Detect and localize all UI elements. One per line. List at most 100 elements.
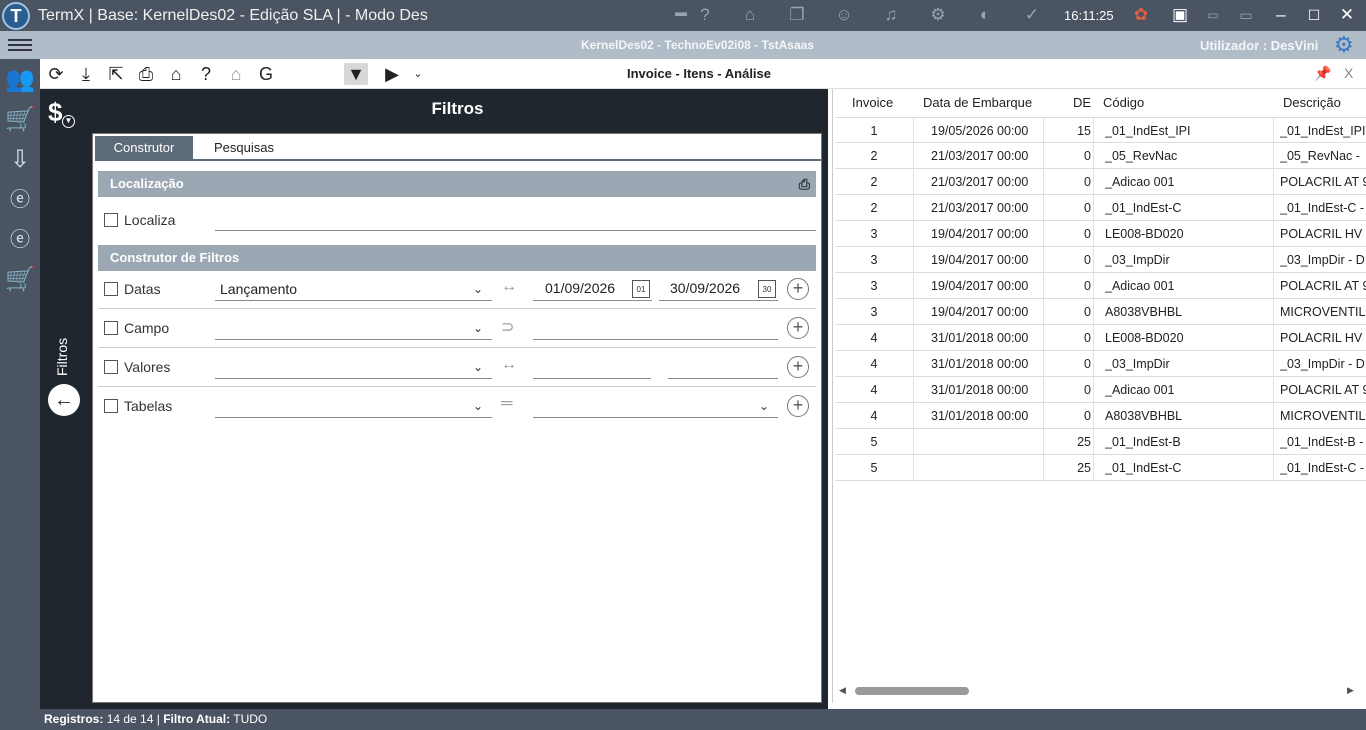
people-icon[interactable]: 👥 — [3, 63, 37, 97]
table-row[interactable]: 2 21/03/2017 00:00 0 _01_IndEst-C _01_IndEst… — [835, 195, 1366, 221]
table-row[interactable]: 2 21/03/2017 00:00 0 _Adicao 001 POLACRIL AT… — [835, 169, 1366, 195]
bank-icon[interactable]: ⌂ — [739, 5, 761, 25]
brazil-map-alt-icon[interactable]: ⓔ — [3, 223, 37, 257]
tab-pesquisas[interactable]: Pesquisas — [199, 136, 289, 159]
campo-value-input[interactable] — [533, 339, 778, 340]
tab-construtor[interactable]: Construtor — [95, 136, 193, 159]
campo-dropdown[interactable] — [215, 339, 492, 340]
google-icon[interactable]: G — [254, 63, 278, 85]
localiza-checkbox[interactable] — [104, 213, 118, 227]
add-campo-button[interactable]: + — [787, 317, 809, 339]
column-header-de[interactable]: DE — [1073, 95, 1091, 110]
valores-dropdown[interactable] — [215, 378, 492, 379]
export-icon[interactable]: ⇱ — [104, 63, 128, 85]
chevron-down-icon[interactable]: ⌄ — [473, 399, 483, 413]
settings-icon[interactable]: ⚙ — [927, 5, 949, 25]
datas-checkbox[interactable] — [104, 282, 118, 296]
table-row[interactable]: 3 19/04/2017 00:00 0 LE008-BD020 POLACRIL HV — [835, 221, 1366, 247]
datas-dropdown[interactable] — [215, 300, 492, 301]
camera-icon[interactable]: ▣ — [1169, 5, 1191, 25]
cart-icon[interactable]: 🛒 — [3, 103, 37, 137]
cell-divider — [1093, 118, 1094, 144]
table-row[interactable]: 3 19/04/2017 00:00 0 A8038VBHBL MICROVENTIL — [835, 299, 1366, 325]
table-row[interactable]: 4 31/01/2018 00:00 0 _03_ImpDir _03_ImpDir -… — [835, 351, 1366, 377]
help-icon[interactable]: ? — [194, 63, 218, 85]
column-header-invoice[interactable]: Invoice — [852, 95, 893, 110]
add-valores-button[interactable]: + — [787, 356, 809, 378]
tabelas-checkbox[interactable] — [104, 399, 118, 413]
table-row[interactable]: 1 19/05/2026 00:00 15 _01_IndEst_IPI _01_Ind… — [835, 117, 1366, 144]
scroll-left-icon[interactable]: ◀ — [839, 685, 846, 696]
close-view-button[interactable]: X — [1344, 65, 1353, 81]
windows-icon[interactable]: ❐ — [786, 5, 808, 25]
back-arrow-icon[interactable]: ← — [48, 384, 80, 416]
add-tabelas-button[interactable]: + — [787, 395, 809, 417]
chevron-down-icon[interactable]: ⌄ — [406, 63, 430, 85]
column-header-data-embarque[interactable]: Data de Embarque — [923, 95, 1032, 110]
horizontal-scrollbar[interactable]: ◀ ▶ — [835, 685, 1360, 698]
print-icon[interactable]: ⎙ — [799, 171, 810, 197]
calendar-from-icon[interactable]: 01 — [632, 280, 650, 298]
check-icon[interactable]: ✓ — [1021, 5, 1043, 25]
tabelas-dropdown[interactable] — [215, 417, 492, 418]
records-value: 14 de 14 — [106, 712, 154, 726]
bank-icon[interactable]: ⌂ — [224, 63, 248, 85]
dollar-filter-icon[interactable]: $ — [48, 97, 62, 128]
chat-icon[interactable]: ◐ — [974, 5, 996, 25]
play-icon[interactable]: ▶ — [380, 63, 404, 85]
tabelas-value-dropdown[interactable] — [533, 417, 778, 418]
add-datas-button[interactable]: + — [787, 278, 809, 300]
cart-in-icon[interactable]: ⇩ — [3, 143, 37, 177]
monitor-icon[interactable]: ▭ — [1235, 5, 1257, 25]
chevron-down-icon[interactable]: ⌄ — [473, 321, 483, 335]
table-row[interactable]: 2 21/03/2017 00:00 0 _05_RevNac _05_RevNac - — [835, 143, 1366, 169]
campo-checkbox[interactable] — [104, 321, 118, 335]
table-row[interactable]: 3 19/04/2017 00:00 0 _Adicao 001 POLACRIL AT… — [835, 273, 1366, 299]
table-row[interactable]: 4 31/01/2018 00:00 0 _Adicao 001 POLACRIL AT… — [835, 377, 1366, 403]
chevron-down-icon[interactable]: ⌄ — [473, 360, 483, 374]
cell-codigo: _01_IndEst_IPI — [1105, 124, 1191, 138]
print-icon[interactable]: ⎙ — [134, 63, 158, 85]
download-icon[interactable]: ⤓ — [74, 63, 98, 85]
column-header-descricao[interactable]: Descrição — [1283, 95, 1341, 110]
datas-dropdown-value[interactable]: Lançamento — [220, 281, 297, 297]
cell-descricao: _03_ImpDir - D — [1280, 357, 1365, 371]
column-header-codigo[interactable]: Código — [1103, 95, 1144, 110]
table-row[interactable]: 4 31/01/2018 00:00 0 A8038VBHBL MICROVENTIL — [835, 403, 1366, 429]
color-wheel-icon[interactable]: ✿ — [1130, 5, 1152, 25]
filter-icon[interactable]: ▼ — [344, 63, 368, 85]
scroll-thumb[interactable] — [855, 687, 969, 695]
table-row[interactable]: 5 25 _01_IndEst-C _01_IndEst-C - — [835, 455, 1366, 481]
maximize-icon[interactable]: ☐ — [1303, 5, 1325, 25]
filter-tabs: Construtor Pesquisas — [95, 136, 821, 161]
date-to-input[interactable]: 30/09/2026 — [670, 280, 740, 296]
report-icon[interactable]: ⌂ — [164, 63, 188, 85]
cell-codigo: _05_RevNac — [1105, 149, 1178, 163]
hamburger-menu-icon[interactable] — [8, 36, 32, 54]
user-icon[interactable]: ☺ — [833, 5, 855, 25]
scroll-right-icon[interactable]: ▶ — [1347, 685, 1354, 696]
brazil-map-icon[interactable]: ⓔ — [3, 183, 37, 217]
localiza-input[interactable] — [215, 230, 816, 231]
date-from-input[interactable]: 01/09/2026 — [545, 280, 615, 296]
refresh-icon[interactable]: ⟳ — [44, 63, 68, 85]
calendar-to-icon[interactable]: 30 — [758, 280, 776, 298]
pin-icon[interactable]: 📌 — [1314, 65, 1331, 82]
table-row[interactable]: 4 31/01/2018 00:00 0 LE008-BD020 POLACRIL HV — [835, 325, 1366, 351]
bell-icon[interactable]: ♫ — [880, 5, 902, 25]
table-row[interactable]: 5 25 _01_IndEst-B _01_IndEst-B - — [835, 429, 1366, 455]
chevron-down-icon[interactable]: ⌄ — [759, 399, 769, 413]
cell-de: 0 — [1084, 149, 1091, 163]
help-icon[interactable]: ? — [694, 5, 716, 25]
keyboard-icon[interactable]: ▬ — [670, 2, 692, 22]
user-settings-icon[interactable]: ⚙ — [1334, 33, 1358, 57]
chevron-down-icon[interactable]: ⌄ — [473, 282, 483, 296]
tablet-icon[interactable]: ▭ — [1202, 5, 1224, 25]
valores-checkbox[interactable] — [104, 360, 118, 374]
table-row[interactable]: 3 19/04/2017 00:00 0 _03_ImpDir _03_ImpDir -… — [835, 247, 1366, 273]
valores-to-input[interactable] — [668, 378, 778, 379]
minimize-icon[interactable]: – — [1270, 5, 1292, 25]
cart-filter-icon[interactable]: 🛒 — [3, 263, 37, 297]
valores-from-input[interactable] — [533, 378, 651, 379]
close-window-icon[interactable]: ✕ — [1336, 5, 1358, 25]
